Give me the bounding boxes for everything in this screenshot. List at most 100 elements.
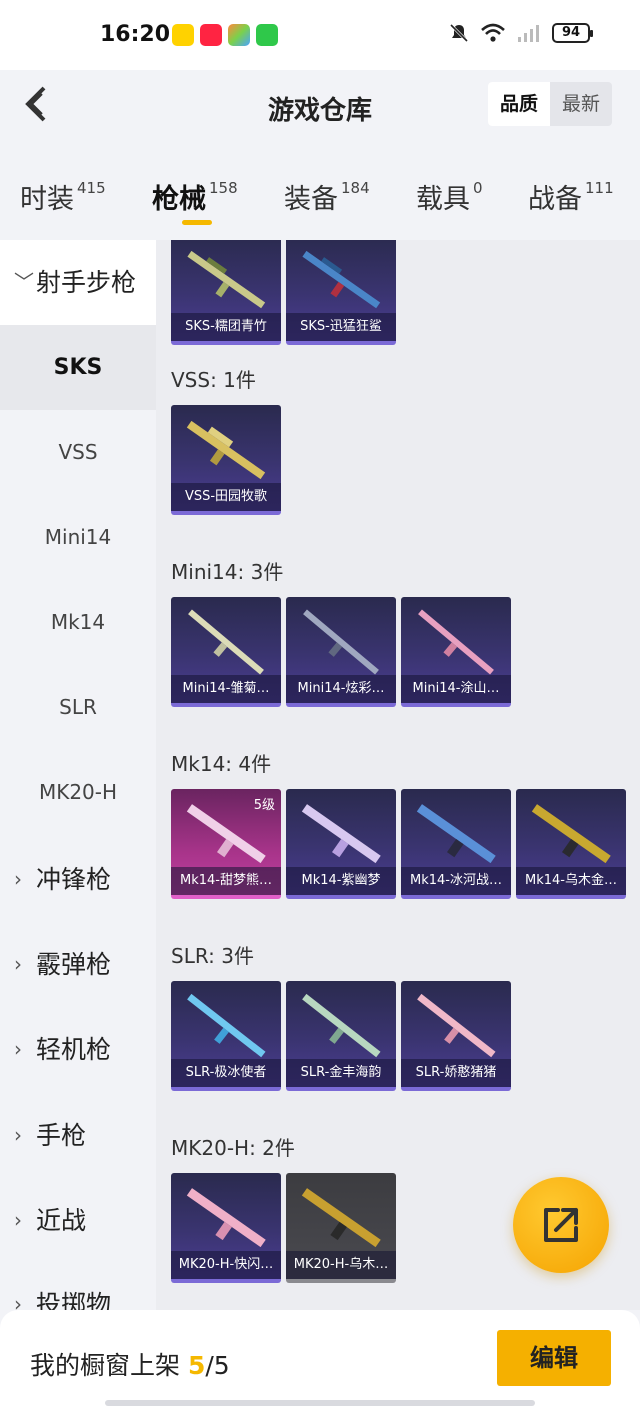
weapon-skin-card[interactable]: 5级 Mk14-甜梦熊… [171, 789, 281, 899]
rifle-skin-icon [186, 1188, 266, 1248]
tab-fashion[interactable]: 时装 415 [20, 177, 106, 216]
weapon-skin-card[interactable]: Mk14-乌木金… [516, 789, 626, 899]
weapon-skin-grid: SKS-糯团青竹 SKS-迅猛狂鲨 VSS: 1件 VSS-田园牧歌 Mini1… [156, 240, 640, 1310]
chevron-right-icon: › [14, 1123, 22, 1147]
rifle-skin-icon [416, 804, 496, 864]
sidebar-item-label: 投掷物 [36, 1290, 112, 1310]
category-tabs: 时装 415 枪械 158 装备 184 载具 0 战备 111 [0, 165, 640, 240]
sidebar-category-smg[interactable]: › 冲锋枪 [0, 837, 156, 922]
sidebar-category-throwable[interactable]: › 投掷物 [0, 1262, 156, 1310]
rifle-skin-icon [418, 609, 494, 675]
tab-label: 载具 [416, 184, 470, 215]
mute-bell-icon [449, 23, 469, 43]
chevron-right-icon: › [14, 1037, 22, 1061]
app-notification-icon [200, 24, 222, 46]
weapon-skin-name: SLR-娇憨猪猪 [401, 1059, 511, 1087]
weapon-skin-card[interactable]: SLR-极冰使者 [171, 981, 281, 1091]
weapon-category-sidebar: ﹀ 射手步枪 SKS VSS Mini14 Mk14 SLR MK20-H › 冲… [0, 240, 156, 1310]
tab-count: 0 [473, 179, 483, 197]
showcase-total: 5 [213, 1351, 230, 1380]
tab-supplies[interactable]: 战备 111 [528, 177, 614, 216]
weapon-skin-card[interactable]: MK20-H-快闪… [171, 1173, 281, 1283]
group-title-mini14: Mini14: 3件 [171, 560, 284, 584]
sidebar-category-melee[interactable]: › 近战 [0, 1178, 156, 1263]
weapon-skin-name: MK20-H-快闪… [171, 1251, 281, 1279]
weapon-skin-card[interactable]: Mini14-涂山… [401, 597, 511, 707]
app-notification-icon [228, 24, 250, 46]
showcase-separator: / [205, 1351, 214, 1380]
rifle-skin-icon [531, 804, 611, 864]
sidebar-item-label: 霰弹枪 [36, 950, 112, 979]
rifle-skin-icon [303, 609, 379, 675]
status-bar: 16:20 94 [0, 0, 640, 70]
weapon-skin-name: Mk14-紫幽梦 [286, 867, 396, 895]
sidebar-category-shotgun[interactable]: › 霰弹枪 [0, 922, 156, 1007]
showcase-count: 我的橱窗上架 5/5 [30, 1346, 230, 1382]
tab-vehicles[interactable]: 载具 0 [416, 177, 483, 216]
level-badge: 5级 [253, 798, 275, 813]
group-title-mk14: Mk14: 4件 [171, 752, 272, 776]
sidebar-item-vss[interactable]: VSS [0, 410, 156, 495]
rifle-skin-icon [417, 993, 496, 1058]
tab-label: 枪械 [152, 184, 206, 215]
weapon-skin-name: Mini14-炫彩… [286, 675, 396, 703]
signal-icon [518, 25, 539, 42]
sidebar-item-mini14[interactable]: Mini14 [0, 495, 156, 580]
sidebar-item-label: 手枪 [36, 1121, 87, 1150]
chevron-right-icon: › [14, 952, 22, 976]
sidebar-item-label: 冲锋枪 [36, 865, 112, 894]
tab-count: 184 [341, 179, 370, 197]
sidebar-category-pistol[interactable]: › 手枪 [0, 1093, 156, 1178]
chevron-right-icon: › [14, 1292, 22, 1310]
sidebar-item-label: 近战 [36, 1206, 87, 1235]
weapon-skin-card[interactable]: SKS-迅猛狂鲨 [286, 240, 396, 345]
weapon-skin-name: VSS-田园牧歌 [171, 483, 281, 511]
weapon-skin-card[interactable]: SLR-金丰海韵 [286, 981, 396, 1091]
tab-count: 158 [209, 179, 238, 197]
tab-count: 415 [77, 179, 106, 197]
active-tab-indicator [182, 220, 212, 225]
rifle-skin-icon [188, 609, 264, 675]
weapon-skin-card[interactable]: Mini14-炫彩… [286, 597, 396, 707]
group-title-mk20h: MK20-H: 2件 [171, 1136, 295, 1160]
sort-toggle: 品质 最新 [488, 82, 612, 126]
edit-button[interactable]: 编辑 [497, 1330, 611, 1386]
sidebar-item-mk20h[interactable]: MK20-H [0, 750, 156, 835]
weapon-skin-name: SLR-极冰使者 [171, 1059, 281, 1087]
weapon-skin-name: Mk14-冰河战… [401, 867, 511, 895]
showcase-current: 5 [187, 1351, 206, 1380]
share-button[interactable] [513, 1177, 609, 1273]
sidebar-category-lmg[interactable]: › 轻机枪 [0, 1007, 156, 1092]
sort-by-quality-button[interactable]: 品质 [488, 82, 550, 126]
tab-equipment[interactable]: 装备 184 [284, 177, 370, 216]
sidebar-item-label: 射手步枪 [36, 268, 137, 297]
sidebar-item-sks[interactable]: SKS [0, 325, 156, 410]
rifle-skin-icon [187, 993, 266, 1058]
rifle-skin-icon [187, 250, 266, 309]
rifle-skin-icon [301, 1188, 381, 1248]
weapon-skin-card[interactable]: SLR-娇憨猪猪 [401, 981, 511, 1091]
weapon-skin-card[interactable]: Mk14-冰河战… [401, 789, 511, 899]
weapon-skin-card[interactable]: Mk14-紫幽梦 [286, 789, 396, 899]
weapon-skin-card[interactable]: VSS-田园牧歌 [171, 405, 281, 515]
status-time: 16:20 [100, 22, 171, 47]
tab-firearms[interactable]: 枪械 158 [152, 177, 238, 216]
group-title-slr: SLR: 3件 [171, 944, 254, 968]
weapon-skin-card[interactable]: Mini14-雏菊… [171, 597, 281, 707]
sidebar-category-marksman-rifle[interactable]: ﹀ 射手步枪 [0, 240, 156, 325]
weapon-skin-name: SKS-迅猛狂鲨 [286, 313, 396, 341]
rifle-skin-icon [186, 420, 266, 480]
sidebar-item-mk14[interactable]: Mk14 [0, 580, 156, 665]
weapon-skin-name: Mk14-甜梦熊… [171, 867, 281, 895]
showcase-label: 我的橱窗上架 [30, 1351, 188, 1380]
sidebar-item-slr[interactable]: SLR [0, 665, 156, 750]
rifle-skin-icon [302, 993, 381, 1058]
chevron-down-icon: ﹀ [14, 270, 34, 294]
weapon-skin-card[interactable]: MK20-H-乌木… [286, 1173, 396, 1283]
weapon-skin-name: MK20-H-乌木… [286, 1251, 396, 1279]
share-export-icon [544, 1208, 578, 1242]
weapon-skin-card[interactable]: SKS-糯团青竹 [171, 240, 281, 345]
notification-icons [172, 24, 278, 46]
sort-by-newest-button[interactable]: 最新 [550, 82, 612, 126]
wifi-icon [481, 23, 505, 42]
